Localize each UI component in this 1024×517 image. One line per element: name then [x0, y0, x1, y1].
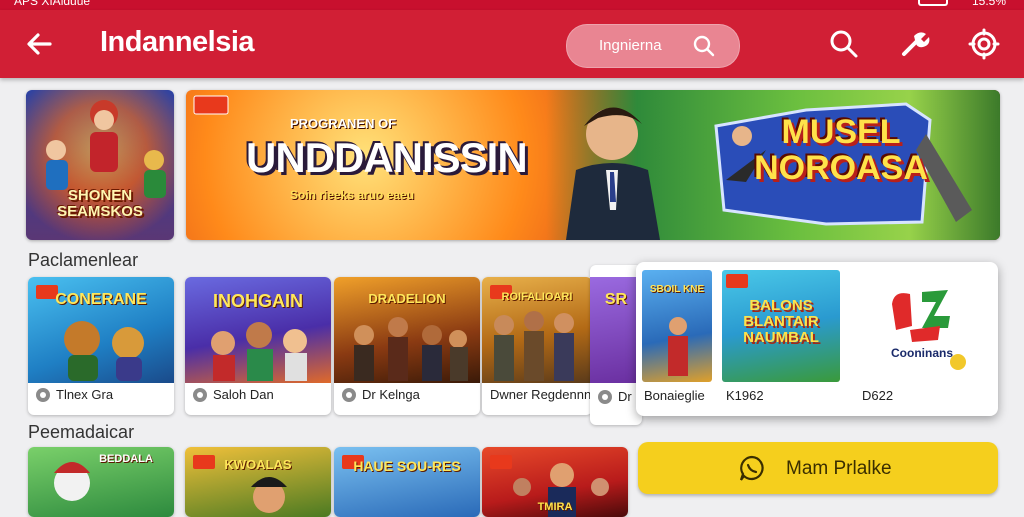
game-thumbnail: CONERANE — [28, 277, 174, 383]
search-placeholder: Ingnierna — [599, 37, 662, 54]
game-thumbnail: SR — [590, 277, 642, 383]
search-icon[interactable] — [826, 26, 862, 62]
game-art-title: TMIRA — [537, 501, 573, 513]
status-right-text: 15.5% — [971, 0, 1006, 8]
popup-art-title: BALONS BLANTAIR NAUMBAL — [743, 297, 819, 346]
location-pin-icon — [193, 387, 207, 402]
section-title: Peemadaicar — [28, 422, 135, 442]
location-pin-icon — [342, 387, 356, 402]
game-art-title: HAUE SOU-RES — [353, 458, 461, 474]
game-card[interactable]: ROIFALIOARI Dwner Regdennn — [482, 277, 592, 415]
popup-art-title: Cooninans — [891, 346, 953, 360]
game-card[interactable]: HAUE SOU-RES — [334, 447, 480, 517]
game-card[interactable]: BEDDALA — [28, 447, 174, 517]
hero-banner[interactable]: PROGRANEN OF UNDDANISSIN Soin rieeks aru… — [186, 90, 1000, 240]
popup-thumbnail[interactable]: BALONS BLANTAIR NAUMBAL — [722, 270, 840, 382]
section-title: Paclamenlear — [28, 250, 139, 270]
game-card-caption: Saloh Dan — [213, 387, 274, 402]
battery-icon — [918, 0, 948, 6]
game-thumbnail: KWOALAS — [185, 447, 331, 517]
app-bar: Indannelsia Ingnierna — [0, 10, 1024, 78]
game-card-caption: Dr — [618, 389, 632, 404]
featured-tile-title: SHONEN SEAMSKOS — [57, 187, 143, 220]
chat-bubble-icon — [739, 455, 764, 481]
game-thumbnail: TMIRA — [482, 447, 628, 517]
location-pin-icon — [36, 387, 50, 402]
game-card-caption: Tlnex Gra — [56, 387, 114, 402]
game-thumbnail: ROIFALIOARI — [482, 277, 592, 383]
game-card[interactable]: DRADELION Dr Kelnga — [334, 277, 480, 415]
game-card[interactable]: TMIRA — [482, 447, 628, 517]
search-icon — [693, 35, 715, 57]
settings-icon[interactable] — [966, 26, 1002, 62]
popup-thumbnail[interactable]: Cooninans — [860, 270, 984, 382]
location-pin-icon — [598, 389, 612, 404]
primary-action-button[interactable]: Mam Prlalke — [638, 442, 998, 494]
hero-right-title: MUSEL NOROASA — [754, 113, 928, 187]
game-thumbnail: HAUE SOU-RES — [334, 447, 480, 517]
game-card-caption: Dwner Regdennn — [490, 387, 592, 402]
popup-thumbnail[interactable]: SBOIL KNE — [642, 270, 712, 382]
game-card[interactable]: INOHGAIN Saloh Dan — [185, 277, 331, 415]
game-card[interactable]: KWOALAS — [185, 447, 331, 517]
game-art-title: SR — [604, 291, 628, 308]
game-card-caption: Dr Kelnga — [362, 387, 420, 402]
popup-caption: K1962 — [726, 388, 764, 403]
hero-subtitle: Soin rieeks aruo eaeu — [290, 188, 415, 202]
popup-caption: D622 — [862, 388, 894, 403]
game-card[interactable]: CONERANE Tlnex Gra — [28, 277, 174, 415]
game-thumbnail: BEDDALA — [28, 447, 174, 517]
primary-action-label: Mam Prlalke — [786, 458, 892, 479]
hero-headline: UNDDANISSIN — [246, 134, 528, 181]
hero-kicker: PROGRANEN OF — [290, 116, 397, 131]
status-left-text: APS XIAiduue — [14, 0, 91, 8]
status-bar: APS XIAiduue 15.5% — [0, 0, 1024, 10]
search-field[interactable]: Ingnierna — [566, 24, 740, 68]
game-thumbnail: INOHGAIN — [185, 277, 331, 383]
wrench-icon[interactable] — [896, 26, 932, 62]
game-thumbnail: DRADELION — [334, 277, 480, 383]
page-title: Indannelsia — [100, 26, 255, 58]
popup-caption: Bonaieglie — [644, 388, 705, 403]
preview-popup: SBOIL KNE Bonaieglie BALONS BLANTAIR NAU… — [636, 262, 998, 416]
new-badge — [726, 274, 748, 288]
featured-tile[interactable]: SHONEN SEAMSKOS — [26, 90, 174, 240]
back-arrow-icon[interactable] — [22, 24, 58, 64]
logo-mark — [892, 290, 966, 370]
game-card[interactable]: SR Dr — [590, 265, 642, 425]
